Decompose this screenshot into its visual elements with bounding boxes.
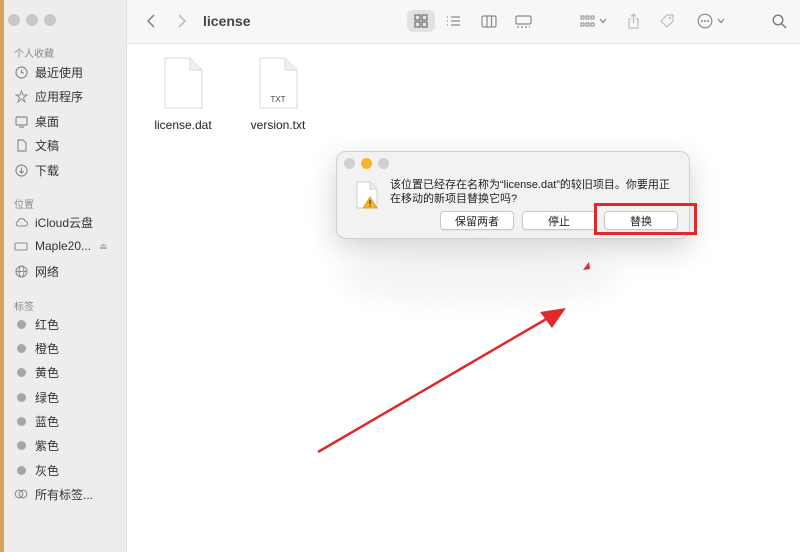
annotation-arrow (317, 262, 590, 454)
arrow-mark (583, 262, 590, 270)
